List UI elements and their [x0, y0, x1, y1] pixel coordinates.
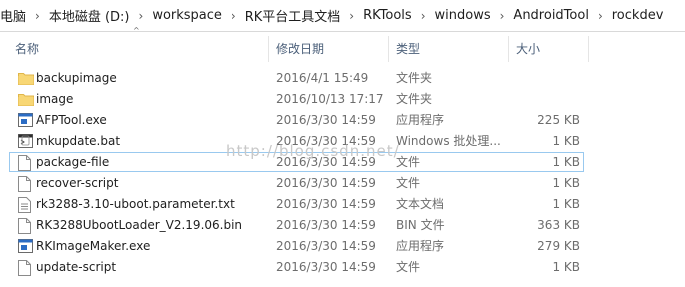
column-header-size[interactable]: 大小	[516, 36, 540, 62]
breadcrumb-separator-icon[interactable]: ›	[496, 0, 509, 31]
file-type: 文件	[396, 176, 421, 190]
file-row[interactable]: recover-script 2016/3/30 14:59 文件 1 KB	[9, 173, 584, 193]
file-icon	[18, 155, 32, 171]
file-date: 2016/4/1 15:49	[276, 71, 369, 85]
file-row[interactable]: backupimage 2016/4/1 15:49 文件夹	[9, 68, 584, 88]
file-type: 文本文档	[396, 197, 445, 211]
folder-icon	[18, 92, 34, 108]
file-type: 文件夹	[396, 92, 433, 106]
column-header-name[interactable]: 名称	[15, 36, 39, 62]
breadcrumb-separator-icon[interactable]: ›	[31, 0, 44, 31]
address-bar[interactable]: 电脑 › 本地磁盘 (D:) › workspace › RK平台工具文档 › RKTools ›…	[0, 0, 685, 32]
file-type: 文件夹	[396, 71, 433, 85]
breadcrumb-separator-icon[interactable]: ›	[345, 0, 358, 31]
file-name: RK3288UbootLoader_V2.19.06.bin	[36, 218, 243, 232]
file-name: recover-script	[36, 176, 119, 190]
file-size: 1 KB	[552, 155, 580, 169]
file-icon	[18, 260, 32, 276]
sort-ascending-icon: ^	[133, 26, 140, 35]
file-size: 1 KB	[552, 260, 580, 274]
file-size: 1 KB	[552, 176, 580, 190]
file-date: 2016/3/30 14:59	[276, 218, 376, 232]
file-name: RKImageMaker.exe	[36, 239, 151, 253]
breadcrumb-item[interactable]: RKTools	[358, 0, 417, 31]
column-header-date[interactable]: 修改日期	[276, 36, 324, 62]
column-divider[interactable]	[268, 36, 269, 62]
file-date: 2016/3/30 14:59	[276, 176, 376, 190]
file-row[interactable]: RKImageMaker.exe 2016/3/30 14:59 应用程序 279 K…	[9, 236, 584, 256]
file-date: 2016/3/30 14:59	[276, 239, 376, 253]
file-row[interactable]: mkupdate.bat 2016/3/30 14:59 Windows 批处理..…	[9, 131, 584, 151]
file-date: 2016/3/30 14:59	[276, 134, 376, 148]
column-divider[interactable]	[388, 36, 389, 62]
file-size: 1 KB	[552, 134, 580, 148]
column-divider[interactable]	[508, 36, 509, 62]
file-size: 363 KB	[537, 218, 580, 232]
folder-icon	[18, 71, 34, 87]
file-row[interactable]: image 2016/10/13 17:17 文件夹	[9, 89, 584, 109]
file-name: package-file	[36, 155, 110, 169]
file-type: 文件	[396, 260, 421, 274]
breadcrumb-item[interactable]: RK平台工具文档	[240, 0, 346, 31]
column-header-type[interactable]: 类型	[396, 36, 420, 62]
breadcrumb-item[interactable]: rockdev	[607, 0, 669, 31]
column-header: 名称 修改日期 类型 大小	[0, 36, 685, 62]
file-date: 2016/3/30 14:59	[276, 197, 376, 211]
breadcrumb-separator-icon[interactable]: ›	[594, 0, 607, 31]
column-divider[interactable]	[588, 36, 589, 62]
file-size: 279 KB	[537, 239, 580, 253]
file-size: 225 KB	[537, 113, 580, 127]
file-row[interactable]: AFPTool.exe 2016/3/30 14:59 应用程序 225 KB	[9, 110, 584, 130]
file-date: 2016/3/30 14:59	[276, 260, 376, 274]
file-type: 应用程序	[396, 113, 445, 127]
file-type: 应用程序	[396, 239, 445, 253]
file-date: 2016/3/30 14:59	[276, 155, 376, 169]
breadcrumb-separator-icon[interactable]: ›	[417, 0, 430, 31]
file-type: BIN 文件	[396, 218, 445, 232]
file-name: backupimage	[36, 71, 117, 85]
file-date: 2016/3/30 14:59	[276, 113, 376, 127]
file-name: update-script	[36, 260, 117, 274]
file-date: 2016/10/13 17:17	[276, 92, 384, 106]
file-row[interactable]: RK3288UbootLoader_V2.19.06.bin 2016/3/30 …	[9, 215, 584, 235]
file-row[interactable]: package-file 2016/3/30 14:59 文件 1 KB	[9, 152, 584, 172]
text-file-icon	[18, 197, 32, 213]
file-row[interactable]: rk3288-3.10-uboot.parameter.txt 2016/3/30…	[9, 194, 584, 214]
file-row[interactable]: update-script 2016/3/30 14:59 文件 1 KB	[9, 257, 584, 277]
file-name: rk3288-3.10-uboot.parameter.txt	[36, 197, 235, 211]
exe-icon	[18, 113, 33, 129]
file-type: 文件	[396, 155, 421, 169]
file-size: 1 KB	[552, 197, 580, 211]
file-icon	[18, 218, 32, 234]
breadcrumb-separator-icon[interactable]: ›	[227, 0, 240, 31]
breadcrumb-item[interactable]: windows	[430, 0, 496, 31]
file-name: image	[36, 92, 74, 106]
exe-icon	[18, 239, 33, 255]
breadcrumb-item[interactable]: 本地磁盘 (D:)	[44, 0, 135, 31]
file-type: Windows 批处理...	[396, 134, 501, 148]
file-name: mkupdate.bat	[36, 134, 121, 148]
bat-icon	[18, 134, 33, 150]
file-icon	[18, 176, 32, 192]
file-name: AFPTool.exe	[36, 113, 107, 127]
breadcrumb-item[interactable]: 电脑	[0, 0, 31, 31]
breadcrumb-item[interactable]: AndroidTool	[508, 0, 594, 31]
breadcrumb-item[interactable]: workspace	[147, 0, 227, 31]
